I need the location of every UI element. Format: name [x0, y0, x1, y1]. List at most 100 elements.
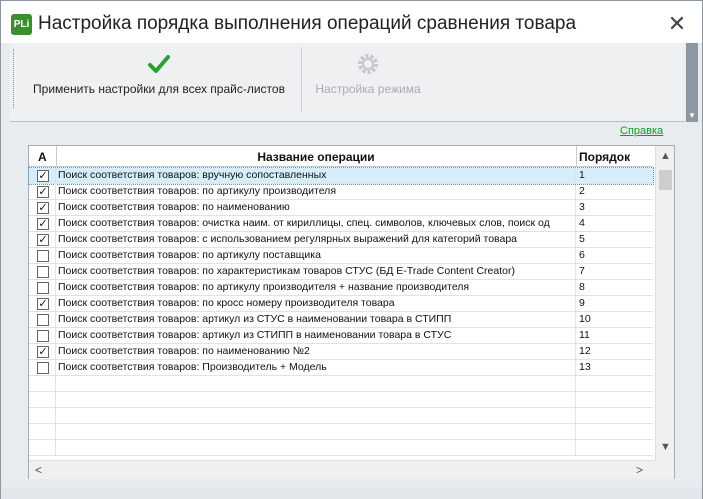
active-checkbox[interactable]: ✓ — [37, 202, 49, 214]
order-cell: 2 — [579, 185, 585, 197]
operation-name-cell: Поиск соответствия товаров: по характери… — [57, 265, 576, 280]
order-cell: 6 — [579, 249, 585, 261]
operation-name-cell — [57, 377, 576, 392]
order-cell: 8 — [579, 281, 585, 293]
order-cell: 3 — [579, 201, 585, 213]
active-checkbox[interactable]: ✓ — [37, 186, 49, 198]
order-cell: 9 — [579, 297, 585, 309]
table-row[interactable] — [29, 440, 653, 456]
table-row[interactable]: ✓ Поиск соответствия товаров: с использов… — [29, 232, 653, 248]
mode-settings-label: Настройка режима — [315, 82, 421, 96]
operation-name-cell: Поиск соответствия товаров: по наименова… — [57, 345, 576, 360]
order-cell: 13 — [579, 361, 591, 373]
header-operation-name[interactable]: Название операции — [57, 150, 575, 164]
table-row[interactable]: ✓ Поиск соответствия товаров: очистка наи… — [29, 216, 653, 232]
vertical-scrollbar[interactable]: ▲ ▼ — [655, 146, 674, 460]
operation-name-cell: Поиск соответствия товаров: по наименова… — [57, 201, 576, 216]
active-cell: ✓ — [29, 344, 56, 360]
table-row[interactable]: ✓ Поиск соответствия товаров: по кросс но… — [29, 296, 653, 312]
grid-header: А Название операции Порядок — [29, 146, 653, 167]
order-cell: 5 — [579, 233, 585, 245]
vertical-scroll-thumb[interactable] — [659, 170, 672, 190]
chevron-down-icon: ▼ — [688, 111, 696, 120]
table-row[interactable]: Поиск соответствия товаров: артикул из С… — [29, 312, 653, 328]
active-checkbox[interactable] — [37, 362, 49, 374]
grid-rows: ✓ Поиск соответствия товаров: вручную соп… — [28, 167, 654, 456]
toolbar-grip[interactable] — [13, 49, 16, 109]
header-active[interactable]: А — [38, 150, 47, 164]
operation-name-cell: Поиск соответствия товаров: по артикулу … — [57, 249, 576, 264]
table-row[interactable]: ✓ Поиск соответствия товаров: по наименов… — [29, 344, 653, 360]
order-cell: 7 — [579, 265, 585, 277]
toolbar-scroll[interactable]: ▼ — [686, 43, 698, 122]
active-cell — [29, 264, 56, 280]
active-checkbox[interactable] — [37, 314, 49, 326]
horizontal-scrollbar[interactable]: < > — [29, 460, 655, 479]
window-title: Настройка порядка выполнения операций ср… — [38, 13, 577, 34]
operation-name-cell: Поиск соответствия товаров: вручную сопо… — [57, 169, 576, 184]
active-checkbox[interactable]: ✓ — [37, 298, 49, 310]
toolbar: Применить настройки для всех прайс-листо… — [10, 43, 685, 122]
active-checkbox[interactable]: ✓ — [37, 234, 49, 246]
active-cell — [29, 376, 56, 392]
operation-name-cell: Поиск соответствия товаров: очистка наим… — [57, 217, 576, 232]
table-row[interactable]: Поиск соответствия товаров: Производител… — [29, 360, 653, 376]
table-row[interactable] — [29, 392, 653, 408]
operations-grid: А Название операции Порядок ✓ Поиск соотв… — [28, 145, 675, 479]
scroll-left-icon[interactable]: < — [35, 463, 42, 477]
scroll-corner — [655, 460, 674, 479]
active-checkbox[interactable] — [37, 282, 49, 294]
header-divider — [576, 146, 577, 167]
scroll-right-icon[interactable]: > — [636, 463, 643, 477]
operation-name-cell: Поиск соответствия товаров: артикул из С… — [57, 329, 576, 344]
title-bar: PLi Настройка порядка выполнения операци… — [1, 1, 702, 43]
active-cell — [29, 312, 56, 328]
table-row[interactable]: Поиск соответствия товаров: по характери… — [29, 264, 653, 280]
active-checkbox[interactable]: ✓ — [37, 346, 49, 358]
active-cell: ✓ — [29, 184, 56, 200]
table-row[interactable]: ✓ Поиск соответствия товаров: по артикулу… — [29, 184, 653, 200]
operation-name-cell: Поиск соответствия товаров: Производител… — [57, 361, 576, 376]
table-row[interactable]: ✓ Поиск соответствия товаров: по наименов… — [29, 200, 653, 216]
active-checkbox[interactable] — [37, 266, 49, 278]
operation-name-cell — [57, 425, 576, 440]
order-cell: 11 — [579, 329, 590, 341]
mode-settings-button[interactable]: Настройка режима — [304, 43, 432, 117]
active-cell: ✓ — [29, 168, 56, 184]
header-order[interactable]: Порядок — [579, 150, 630, 164]
scroll-down-icon[interactable]: ▼ — [660, 441, 671, 453]
operation-name-cell: Поиск соответствия товаров: с использова… — [57, 233, 576, 248]
checkmark-icon — [148, 55, 170, 73]
toolbar-separator — [301, 47, 302, 113]
table-row[interactable]: Поиск соответствия товаров: по артикулу … — [29, 280, 653, 296]
operation-name-cell — [57, 393, 576, 408]
order-cell: 4 — [579, 217, 585, 229]
table-row[interactable]: ✓ Поиск соответствия товаров: вручную соп… — [28, 167, 654, 185]
table-row[interactable] — [29, 408, 653, 424]
active-cell: ✓ — [29, 200, 56, 216]
active-cell: ✓ — [29, 296, 56, 312]
order-cell: 12 — [579, 345, 591, 357]
active-checkbox[interactable] — [37, 250, 49, 262]
close-icon: ✕ — [667, 11, 687, 36]
order-cell: 10 — [579, 313, 591, 325]
table-row[interactable] — [29, 376, 653, 392]
operation-name-cell — [57, 441, 576, 456]
active-checkbox[interactable]: ✓ — [37, 170, 49, 182]
apply-all-pricelists-button[interactable]: Применить настройки для всех прайс-листо… — [20, 43, 298, 117]
operation-name-cell: Поиск соответствия товаров: артикул из С… — [57, 313, 576, 328]
help-link[interactable]: Справка — [620, 125, 663, 137]
table-row[interactable] — [29, 424, 653, 440]
active-cell: ✓ — [29, 216, 56, 232]
active-cell: ✓ — [29, 232, 56, 248]
table-row[interactable]: Поиск соответствия товаров: по артикулу … — [29, 248, 653, 264]
close-button[interactable]: ✕ — [662, 10, 692, 38]
operation-name-cell: Поиск соответствия товаров: по артикулу … — [57, 185, 576, 200]
active-cell — [29, 424, 56, 440]
active-cell — [29, 440, 56, 456]
bottom-strip — [1, 487, 702, 499]
table-row[interactable]: Поиск соответствия товаров: артикул из С… — [29, 328, 653, 344]
active-checkbox[interactable]: ✓ — [37, 218, 49, 230]
active-checkbox[interactable] — [37, 330, 49, 342]
scroll-up-icon[interactable]: ▲ — [660, 150, 671, 162]
